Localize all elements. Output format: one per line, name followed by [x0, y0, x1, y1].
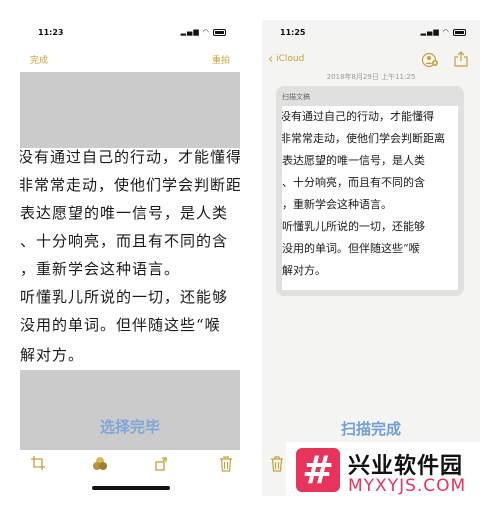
crop-icon[interactable]	[30, 456, 46, 472]
signal-wifi-battery-icons: ▂▄▆ ◠	[421, 28, 466, 36]
site-watermark: # 兴业软件园 MYXYJS.COM	[286, 442, 482, 500]
scan-text-line: 、十分响亮，而且有不同的含	[20, 232, 229, 250]
scan-text-line: 表达愿望的唯一信号，是人类	[282, 154, 425, 167]
trash-icon[interactable]	[270, 456, 284, 472]
status-bar: 11:25 ▂▄▆ ◠	[262, 20, 480, 44]
chevron-left-icon: ‹	[268, 52, 274, 67]
share-icon[interactable]	[454, 51, 468, 67]
scan-text-line: 解对方。	[282, 264, 326, 277]
back-label: iCloud	[276, 54, 305, 64]
battery-icon	[213, 28, 226, 36]
filter-icon[interactable]	[92, 456, 108, 472]
battery-icon	[453, 28, 466, 36]
scan-text-line: 非常常走动，使他们学会判断距离	[282, 132, 445, 145]
bottom-toolbar	[20, 452, 240, 482]
crop-mask-bottom	[20, 370, 240, 450]
scan-text-line: 没用的单词。但伴随这些“喉	[20, 316, 221, 334]
scan-text-line: 、十分响亮，而且有不同的含	[282, 176, 425, 189]
site-url: MYXYJS.COM	[348, 476, 467, 496]
card-label: 扫描文稿	[282, 93, 310, 101]
crop-mask-top	[20, 72, 240, 148]
scan-text-line: 没用的单词。但伴随这些“喉	[282, 242, 420, 255]
scanned-page-preview: 没有通过自己的行动，才能懂得 非常常走动，使他们学会判断距离 表达愿望的唯一信号…	[20, 148, 240, 370]
scan-text-line: 听懂乳儿所说的一切，还能够	[282, 220, 425, 233]
scan-edit-screen: 11:23 ▂▄▆ ◠ 完成 重拍 没有通过自己的行动，才能懂得 非常常走动，使…	[20, 20, 240, 496]
note-screen: 11:25 ▂▄▆ ◠ ‹ iCloud 2018年8月29日 上午11:25 …	[262, 20, 480, 496]
status-bar: 11:23 ▂▄▆ ◠	[20, 20, 240, 44]
site-logo: #	[296, 448, 340, 492]
document-thumbnail: 没有通过自己的行动，才能懂得 非常常走动，使他们学会判断距离 表达愿望的唯一信号…	[282, 106, 458, 290]
retake-button[interactable]: 重拍	[212, 53, 230, 66]
home-indicator	[92, 486, 170, 490]
scan-text-line: 非常常走动，使他们学会判断距离	[20, 176, 240, 194]
scanned-document-card[interactable]: 扫描文稿 没有通过自己的行动，才能懂得 非常常走动，使他们学会判断距离 表达愿望…	[276, 86, 464, 296]
done-button[interactable]: 完成	[30, 53, 48, 66]
scan-text-line: 解对方。	[20, 346, 85, 364]
scan-text-line: 没有通过自己的行动，才能懂得	[20, 148, 240, 166]
scan-text-line: 听懂乳儿所说的一切，还能够	[20, 288, 229, 306]
add-people-icon[interactable]	[421, 52, 438, 68]
back-button[interactable]: ‹ iCloud	[268, 52, 304, 67]
status-time: 11:25	[280, 28, 306, 37]
scan-text-line: ，重新学会这种语言。	[20, 260, 181, 278]
scan-text-line: 表达愿望的唯一信号，是人类	[20, 204, 229, 222]
trash-icon[interactable]	[218, 456, 234, 472]
signal-wifi-battery-icons: ▂▄▆ ◠	[181, 28, 226, 36]
rotate-icon[interactable]	[154, 456, 170, 472]
scan-text-line: ，重新学会这种语言。	[282, 198, 392, 211]
status-time: 11:23	[38, 28, 64, 37]
note-date: 2018年8月29日 上午11:25	[326, 73, 416, 81]
select-done-label: 选择完毕	[99, 418, 160, 436]
scan-complete-label: 扫描完成	[340, 420, 401, 438]
scan-text-line: 没有通过自己的行动，才能懂得	[282, 110, 434, 123]
